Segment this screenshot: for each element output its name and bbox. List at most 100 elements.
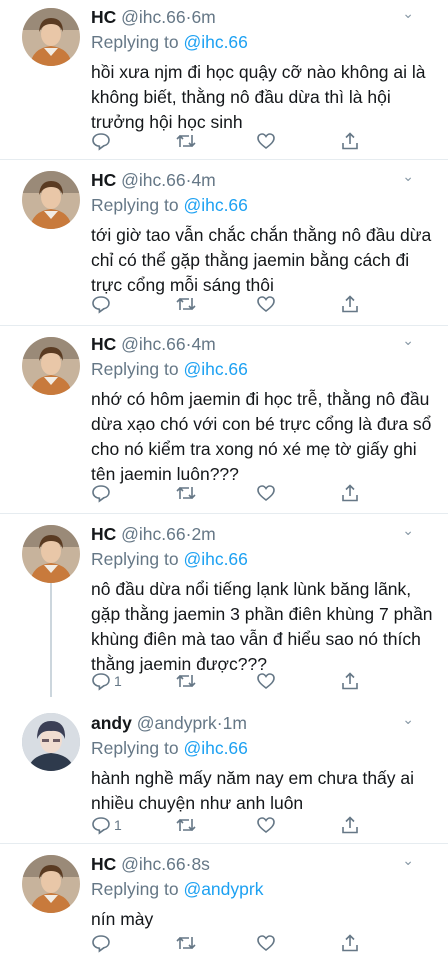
reply-button[interactable]: 1 — [91, 814, 122, 836]
replying-label: Replying to — [91, 359, 179, 379]
retweet-icon — [175, 933, 197, 953]
reply-button[interactable]: 1 — [91, 670, 122, 692]
user-handle[interactable]: @ihc.66 — [121, 854, 185, 874]
replying-label: Replying to — [91, 879, 179, 899]
replying-to: Replying to @ihc.66 — [91, 30, 436, 54]
retweet-icon — [175, 294, 197, 314]
user-handle[interactable]: @andyprk — [137, 713, 217, 733]
timestamp[interactable]: 6m — [191, 7, 215, 27]
chevron-down-icon[interactable]: ⌄ — [402, 332, 414, 349]
action-bar — [0, 130, 448, 152]
replying-to: Replying to @ihc.66 — [91, 547, 436, 571]
avatar[interactable] — [22, 713, 80, 771]
display-name[interactable]: HC — [91, 334, 116, 354]
reply-button[interactable] — [91, 293, 114, 315]
replying-to: Replying to @ihc.66 — [91, 736, 436, 760]
display-name[interactable]: HC — [91, 7, 116, 27]
replying-label: Replying to — [91, 195, 179, 215]
tweet[interactable]: HC @ihc.66·4m ⌄ Replying to @ihc.66 nhớ … — [0, 326, 448, 514]
retweet-button[interactable] — [175, 293, 197, 315]
share-icon — [340, 933, 360, 953]
reply-count: 1 — [114, 817, 122, 833]
like-button[interactable] — [256, 130, 276, 152]
share-icon — [340, 815, 360, 835]
mention-link[interactable]: @andyprk — [183, 879, 263, 899]
timestamp[interactable]: 4m — [191, 334, 215, 354]
tweet-header: HC @ihc.66·8s — [91, 852, 436, 876]
share-button[interactable] — [340, 932, 360, 954]
retweet-button[interactable] — [175, 130, 197, 152]
timestamp[interactable]: 4m — [191, 170, 215, 190]
mention-link[interactable]: @ihc.66 — [183, 32, 247, 52]
display-name[interactable]: HC — [91, 524, 116, 544]
avatar[interactable] — [22, 171, 80, 229]
retweet-icon — [175, 815, 197, 835]
reply-count: 1 — [114, 673, 122, 689]
avatar[interactable] — [22, 525, 80, 583]
mention-link[interactable]: @ihc.66 — [183, 195, 247, 215]
tweet[interactable]: HC @ihc.66·6m ⌄ Replying to @ihc.66 hồi … — [0, 0, 448, 160]
retweet-button[interactable] — [175, 482, 197, 504]
avatar[interactable] — [22, 855, 80, 913]
share-button[interactable] — [340, 293, 360, 315]
like-button[interactable] — [256, 670, 276, 692]
display-name[interactable]: andy — [91, 713, 132, 733]
user-handle[interactable]: @ihc.66 — [121, 334, 185, 354]
tweet[interactable]: andy @andyprk·1m ⌄ Replying to @ihc.66 h… — [0, 704, 448, 844]
like-button[interactable] — [256, 293, 276, 315]
retweet-icon — [175, 671, 197, 691]
display-name[interactable]: HC — [91, 854, 116, 874]
reply-button[interactable] — [91, 130, 114, 152]
tweet-text: nhớ có hôm jaemin đi học trễ, thằng nô đ… — [91, 389, 432, 484]
chevron-down-icon[interactable]: ⌄ — [402, 168, 414, 185]
retweet-button[interactable] — [175, 932, 197, 954]
reply-icon — [91, 131, 111, 151]
timestamp[interactable]: 2m — [191, 524, 215, 544]
action-bar — [0, 482, 448, 504]
avatar[interactable] — [22, 8, 80, 66]
chevron-down-icon[interactable]: ⌄ — [402, 711, 414, 728]
avatar[interactable] — [22, 337, 80, 395]
display-name[interactable]: HC — [91, 170, 116, 190]
like-button[interactable] — [256, 482, 276, 504]
share-button[interactable] — [340, 130, 360, 152]
share-icon — [340, 671, 360, 691]
heart-icon — [256, 671, 276, 691]
chevron-down-icon[interactable]: ⌄ — [402, 522, 414, 539]
user-handle[interactable]: @ihc.66 — [121, 170, 185, 190]
replying-to: Replying to @andyprk — [91, 877, 436, 901]
mention-link[interactable]: @ihc.66 — [183, 359, 247, 379]
chevron-down-icon[interactable]: ⌄ — [402, 852, 414, 869]
timestamp[interactable]: 1m — [223, 713, 247, 733]
share-button[interactable] — [340, 814, 360, 836]
share-button[interactable] — [340, 670, 360, 692]
action-bar — [0, 293, 448, 315]
user-handle[interactable]: @ihc.66 — [121, 524, 185, 544]
timestamp[interactable]: 8s — [191, 854, 209, 874]
heart-icon — [256, 815, 276, 835]
tweet-text: nín mày — [91, 909, 154, 929]
retweet-button[interactable] — [175, 670, 197, 692]
tweet[interactable]: HC @ihc.66·8s ⌄ Replying to @andyprk nín… — [0, 844, 448, 960]
reply-icon — [91, 815, 111, 835]
like-button[interactable] — [256, 932, 276, 954]
user-handle[interactable]: @ihc.66 — [121, 7, 185, 27]
heart-icon — [256, 131, 276, 151]
tweet-text: hồi xưa njm đi học quậy cỡ nào không ai … — [91, 62, 426, 132]
like-button[interactable] — [256, 814, 276, 836]
mention-link[interactable]: @ihc.66 — [183, 738, 247, 758]
share-button[interactable] — [340, 482, 360, 504]
retweet-button[interactable] — [175, 814, 197, 836]
mention-link[interactable]: @ihc.66 — [183, 549, 247, 569]
chevron-down-icon[interactable]: ⌄ — [402, 5, 414, 22]
tweet[interactable]: HC @ihc.66·2m ⌄ Replying to @ihc.66 nô đ… — [0, 514, 448, 704]
reply-button[interactable] — [91, 932, 114, 954]
replying-to: Replying to @ihc.66 — [91, 357, 436, 381]
action-bar — [0, 932, 448, 954]
reply-button[interactable] — [91, 482, 114, 504]
tweet-header: HC @ihc.66·2m — [91, 522, 436, 546]
replying-label: Replying to — [91, 549, 179, 569]
tweet[interactable]: HC @ihc.66·4m ⌄ Replying to @ihc.66 tới … — [0, 160, 448, 326]
replying-label: Replying to — [91, 32, 179, 52]
share-icon — [340, 294, 360, 314]
